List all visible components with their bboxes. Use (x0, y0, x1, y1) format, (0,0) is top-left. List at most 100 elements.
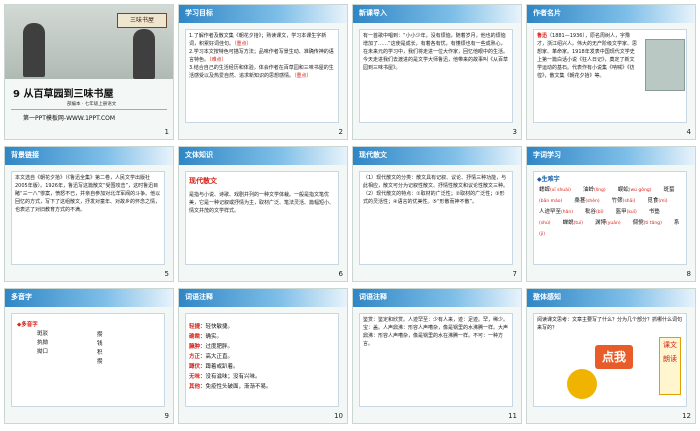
polyphone-right: 攒钱 积攒 (97, 332, 103, 365)
slide-10-glossary[interactable]: 词语注释 轻捷：轻快敏捷。 确凿：确实。 臃肿：过度肥胖。 方正：高大正直。 蹲伏：蹲着… (178, 288, 348, 424)
polyphone-heading: ◆多音字 (17, 322, 38, 328)
vocab-word: 蟋蟀(xī shuài) (539, 187, 571, 193)
glossary-term: 方正： (189, 354, 206, 360)
vocab-word: 秕谷(bǐ) (585, 209, 604, 215)
figure-left (23, 23, 45, 77)
vocab-heading: ◆生难字 (537, 176, 560, 183)
slide-header: 词语注释 (179, 289, 347, 307)
slide-title: 学习目标 (185, 9, 213, 17)
vocab-pinyin: (shú) (539, 221, 551, 226)
glossary-term: 蹲伏： (189, 364, 206, 370)
genre-text: 现代散文 是指与小说、诗歌、戏剧并列的一种文学体裁。一般是指文笔优美，它是一种记… (189, 177, 335, 214)
vocab-pinyin: (jì) (539, 232, 546, 237)
slide-header: 文体知识 (179, 147, 347, 165)
glossary-item: 确凿：确实。 (189, 332, 272, 342)
slide-header: 字词学习 (527, 147, 695, 165)
slide-5-background[interactable]: 背景链接 本文选自《朝花夕拾》（《鲁迅全集》第二卷，人民文学出版社2005年版）… (4, 146, 174, 282)
vocab-word: 盔甲(kuī) (615, 209, 637, 215)
vocab-word: 桑葚(shèn) (574, 198, 600, 204)
glossary-def: 免疫性头破面，渐渐不易。 (205, 384, 272, 390)
glossary-item: 方正：高大正直。 (189, 352, 272, 362)
glossary-item: 臃肿：过度肥胖。 (189, 342, 272, 352)
glossary-def: 确实。 (205, 334, 223, 340)
slide-header: 整体感知 (527, 289, 695, 307)
intro-text: 有一首歌中唱到：“小小少年，没有烦恼，随着岁月，他也的烦恼增加了……”这使是成长… (363, 33, 509, 71)
slide-title: 现代散文 (359, 151, 387, 159)
cover-site: 第一PPT模板网-WWW.1PPT.COM (23, 115, 116, 122)
play-button[interactable]: 点我 (595, 345, 633, 369)
vocab-word: 竹筛(shāi) (611, 198, 636, 204)
vocab-word: 渊博(yuān) (594, 220, 621, 226)
figure-right (133, 29, 155, 79)
slide-11-glossary[interactable]: 词语注释 鉴赏：鉴定和欣赏。人迹罕至：少有人来，迹：足迹。罕，稀少。宝：盖。人声… (352, 288, 522, 424)
glossary-item: 其他：免疫性头破面，渐渐不易。 (189, 382, 272, 392)
slide-title: 整体感知 (533, 293, 561, 301)
slide-number: 4 (686, 128, 691, 136)
slide-3-intro[interactable]: 新课导入 有一首歌中唱到：“小小少年，没有烦恼，随着岁月，他也的烦恼增加了……”… (352, 4, 522, 140)
glossary-item: 轻捷：轻快敏捷。 (189, 322, 272, 332)
slide-header: 现代散文 (353, 147, 521, 165)
slide-header: 背景链接 (5, 147, 173, 165)
vocab-pinyin: (kuī) (626, 210, 637, 215)
slide-number: 3 (512, 128, 517, 136)
glossary-def: 轻快敏捷。 (205, 324, 234, 330)
slide-header: 新课导入 (353, 5, 521, 23)
cover-title: 9 从百草园到三味书屋 (13, 89, 114, 100)
author-text: 鲁迅（1881—1936），原名周树人，字豫才，浙江绍兴人。伟大的无产阶级文学家… (537, 33, 638, 79)
slide-number: 8 (686, 270, 691, 278)
vocab-pinyin: (tuì) (573, 221, 583, 226)
slide-title: 文体知识 (185, 151, 213, 159)
slide-title: 词语注释 (359, 293, 387, 301)
slide-header: 词语注释 (353, 289, 521, 307)
slide-number: 11 (508, 412, 517, 420)
slide-2-objectives[interactable]: 学习目标 1.了解作者及散文集《朝花夕拾》；熟读课文，学习本课生字新词，积累好词… (178, 4, 348, 140)
glossary-term: 臃肿： (189, 344, 206, 350)
vocab-pinyin: (yuān) (605, 221, 621, 226)
glossary-list: 轻捷：轻快敏捷。 确凿：确实。 臃肿：过度肥胖。 方正：高大正直。 蹲伏：蹲着或趴着。无… (189, 322, 272, 392)
slide-header: 作者名片 (527, 5, 695, 23)
glossary-def: 蹲着或趴着。 (205, 364, 239, 370)
slide-number: 1 (164, 128, 169, 136)
objectives-text: 1.了解作者及散文集《朝花夕拾》；熟读课文，学习本课生字新词，积累好词佳句。（重… (189, 33, 334, 79)
glossary-term: 无味： (189, 374, 206, 380)
glossary-term: 轻捷： (189, 324, 206, 330)
prose-text: （1）现代散文的分类：散文具有记叙、议论、抒情三种功能，与此相应，散文可分为记叙… (363, 175, 509, 205)
slide-number: 5 (164, 270, 169, 278)
slide-7-prose[interactable]: 现代散文 （1）现代散文的分类：散文具有记叙、议论、抒情三种功能，与此相应，散文… (352, 146, 522, 282)
glossary-def: 过度肥胖。 (205, 344, 234, 350)
slide-number: 6 (338, 270, 343, 278)
slide-header: 多音字 (5, 289, 173, 307)
glossary-def: 高大正直。 (205, 354, 234, 360)
vocab-word: 觅食(mì) (647, 198, 668, 204)
slide-title: 词语注释 (185, 293, 213, 301)
vocab-word: 人迹罕至(hǎn) (539, 209, 573, 215)
background-text: 本文选自《朝花夕拾》（《鲁迅全集》第二卷，人民文学出版社2005年版）。1926… (15, 175, 161, 213)
slide-6-genre[interactable]: 文体知识 现代散文 是指与小说、诗歌、戏剧并列的一种文学体裁。一般是指文笔优美，… (178, 146, 348, 282)
vocab-pinyin: (bǐ) (596, 210, 604, 215)
vocab-pinyin: (hǎn) (561, 210, 573, 215)
slide-title: 背景链接 (11, 151, 39, 159)
vocab-pinyin: (wú gōng) (628, 188, 652, 193)
polyphone-diagram: ◆多音字 斑驳 执拗 拗口 攒钱 积攒 (17, 321, 103, 365)
vocab-pinyin: (mì) (658, 199, 668, 204)
slide-8-vocab[interactable]: 字词学习 ◆生难字 蟋蟀(xī shuài) 油蛉(líng) 蜈蚣(wú gōng… (526, 146, 696, 282)
vocab-pinyin: (shèn) (585, 199, 600, 204)
slide-title: 新课导入 (359, 9, 387, 17)
vocab-word: 倜傥(tì tǎng) (632, 220, 662, 226)
slide-12-overview[interactable]: 整体感知 阅读课文思考：文章主要写了什么？分为几个部分？抓哪什么词句来写的？ 点… (526, 288, 696, 424)
slide-number: 7 (512, 270, 517, 278)
cover-illustration: 三味书屋 (5, 5, 173, 79)
slide-9-polyphones[interactable]: 多音字 ◆多音字 斑驳 执拗 拗口 攒钱 积攒 9 (4, 288, 174, 424)
slide-1-cover[interactable]: 三味书屋 9 从百草园到三味书屋 部编本 · 七年级上册语文 第一PPT模板网-… (4, 4, 174, 140)
glossary-term: 确凿： (189, 334, 206, 340)
author-photo (645, 39, 685, 91)
slide-header: 学习目标 (179, 5, 347, 23)
cover-subtitle: 部编本 · 七年级上册语文 (67, 102, 117, 107)
gramophone-icon (567, 369, 597, 399)
glossary-item: 无味：没有滋味；没有兴味。 (189, 372, 272, 382)
vocab-pinyin: (líng) (593, 188, 606, 193)
slide-number: 10 (334, 412, 343, 420)
genre-term: 现代散文 (189, 177, 217, 185)
slide-4-author[interactable]: 作者名片 鲁迅（1881—1936），原名周树人，字豫才，浙江绍兴人。伟大的无产… (526, 4, 696, 140)
divider (11, 109, 167, 110)
